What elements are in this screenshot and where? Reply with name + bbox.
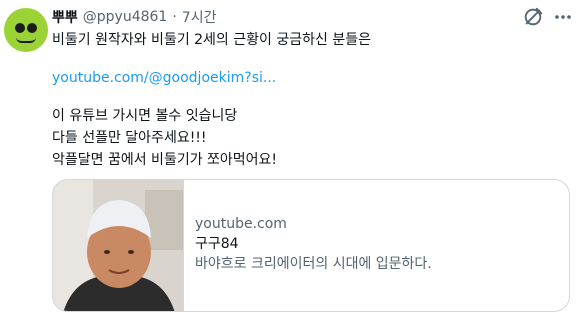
avatar-mouth [16,37,36,43]
grok-icon[interactable] [522,6,544,28]
link-preview-card[interactable]: youtube.com 구구84 바야흐로 크리에이터의 시대에 입문하다. [52,179,570,312]
post-time[interactable]: 7시간 [182,7,217,27]
avatar-eye-left [15,23,25,33]
card-title: 구구84 [195,236,239,252]
card-domain: youtube.com [195,216,287,232]
tweet-line-2: 이 유튜브 가시면 볼수 잇습니당 [52,108,238,124]
tweet-line-3: 다들 선플만 달아주세요!!! [52,130,207,146]
header-separator: · [172,9,177,25]
avatar-eye-right [27,23,37,33]
user-handle[interactable]: @ppyu4861 [83,9,168,25]
avatar[interactable] [4,8,48,52]
tweet-header: 뿌뿌 @ppyu4861 · 7시간 [52,7,216,27]
tweet-line-1: 비둘기 원작자와 비둘기 2세의 근황이 궁금하신 분들은 [52,32,371,48]
card-text: youtube.com 구구84 바야흐로 크리에이터의 시대에 입문하다. [195,214,432,274]
tweet-line-4: 악플달면 꿈에서 비둘기가 쪼아먹어요! [52,152,278,168]
card-description: 바야흐로 크리에이터의 시대에 입문하다. [195,256,432,272]
thumbnail-photo [53,180,183,311]
card-thumbnail [53,180,184,311]
more-icon[interactable] [553,8,573,26]
display-name[interactable]: 뿌뿌 [52,7,78,27]
tweet-link[interactable]: youtube.com/@goodjoekim?si... [52,68,276,88]
